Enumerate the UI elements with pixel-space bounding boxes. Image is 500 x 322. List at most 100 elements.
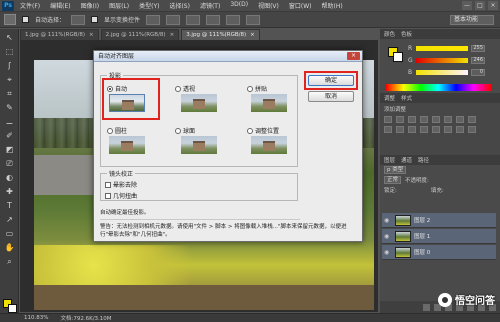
history-brush-icon[interactable]: ⎚ [4, 159, 15, 169]
layer-row[interactable]: ◉ 图层 1 [382, 229, 496, 244]
tab-paths[interactable]: 路径 [418, 156, 429, 164]
vignette-checkbox[interactable] [105, 181, 111, 188]
curves-icon[interactable] [408, 116, 416, 123]
levels-icon[interactable] [396, 116, 404, 123]
blue-bar[interactable] [416, 70, 468, 75]
crop-icon[interactable]: ⌗ [4, 89, 15, 99]
tab-1[interactable]: 1.jpg @ 111%(RGB/8) × [20, 29, 99, 40]
geometric-distortion-option[interactable]: 几何扭曲 [105, 191, 137, 200]
tab-close-icon[interactable]: × [250, 30, 255, 40]
tab-close-icon[interactable]: × [89, 30, 94, 40]
blend-mode-select[interactable]: 正常 [384, 176, 402, 184]
photo-filter-icon[interactable] [384, 126, 392, 133]
green-value[interactable]: 246 [471, 57, 485, 64]
tab-adjustments[interactable]: 调整 [384, 94, 395, 102]
threshold-icon[interactable] [444, 126, 452, 133]
selective-color-icon[interactable] [468, 126, 476, 133]
zoom-icon[interactable]: ⌕ [4, 257, 15, 267]
menu-3d[interactable]: 3D(D) [230, 1, 248, 10]
menu-view[interactable]: 视图(V) [258, 1, 279, 10]
menu-type[interactable]: 类型(Y) [139, 1, 159, 10]
lookup-icon[interactable] [408, 126, 416, 133]
auto-select-dropdown[interactable] [71, 14, 86, 25]
menu-image[interactable]: 图像(I) [81, 1, 99, 10]
tab-channels[interactable]: 通道 [401, 156, 412, 164]
eraser-icon[interactable]: ◐ [4, 173, 15, 183]
maximize-button[interactable]: □ [475, 1, 485, 10]
healing-icon[interactable]: ⚊ [4, 117, 15, 127]
tab-color[interactable]: 颜色 [384, 30, 395, 38]
align-bottom-icon[interactable] [186, 14, 201, 25]
radio-cylindrical[interactable] [107, 127, 113, 134]
layer-row[interactable]: ◉ 图层 2 [382, 213, 496, 228]
layer-row[interactable]: ◉ 图层 0 [382, 245, 496, 260]
vignette-removal-option[interactable]: 晕影去除 [105, 180, 137, 189]
menu-layer[interactable]: 图层(L) [109, 1, 129, 10]
menu-edit[interactable]: 编辑(E) [50, 1, 70, 10]
brush-icon[interactable]: ✐ [4, 131, 15, 141]
tab-3[interactable]: 3.jpg @ 111%(RGB/8) × [181, 29, 260, 40]
auto-select-checkbox[interactable] [22, 16, 29, 23]
tab-swatches[interactable]: 色板 [401, 30, 412, 38]
menu-window[interactable]: 窗口(W) [289, 1, 312, 10]
eye-icon[interactable]: ◉ [384, 233, 392, 240]
blue-slider[interactable]: B 0 [408, 69, 485, 76]
color-background-swatch[interactable] [393, 52, 403, 62]
green-bar[interactable] [416, 58, 468, 63]
perspective-preview-image[interactable] [181, 94, 217, 112]
align-left-icon[interactable] [206, 14, 221, 25]
red-slider[interactable]: R 255 [408, 45, 485, 52]
spherical-preview-image[interactable] [181, 136, 217, 154]
tab-close-icon[interactable]: × [170, 30, 175, 40]
vibrance-icon[interactable] [432, 116, 440, 123]
color-spectrum[interactable] [386, 84, 491, 91]
blue-value[interactable]: 0 [471, 69, 485, 76]
tab-2[interactable]: 2.jpg @ 111%(RGB/8) × [100, 29, 180, 40]
type-icon[interactable]: T [4, 201, 15, 211]
option-perspective[interactable]: 透视 [175, 84, 195, 93]
dodge-icon[interactable]: ✚ [4, 187, 15, 197]
lasso-icon[interactable]: ʃ [4, 61, 15, 71]
radio-spherical[interactable] [175, 127, 181, 134]
show-transform-checkbox[interactable] [91, 16, 99, 23]
bw-icon[interactable] [468, 116, 476, 123]
cancel-button[interactable]: 取消 [308, 91, 354, 102]
menu-file[interactable]: 文件(F) [20, 1, 40, 10]
hand-icon[interactable]: ✋ [4, 243, 15, 253]
brightness-icon[interactable] [384, 116, 392, 123]
auto-align-icon[interactable] [246, 14, 261, 25]
invert-icon[interactable] [420, 126, 428, 133]
tab-styles[interactable]: 样式 [401, 94, 412, 102]
mixer-icon[interactable] [396, 126, 404, 133]
move-icon[interactable]: ↖ [4, 33, 15, 43]
eyedropper-icon[interactable]: ✎ [4, 103, 15, 113]
zoom-level[interactable]: 110.83% [24, 315, 48, 321]
radio-collage[interactable] [247, 85, 253, 92]
menu-filter[interactable]: 滤镜(T) [200, 1, 220, 10]
link-icon[interactable] [423, 303, 430, 311]
minimize-button[interactable]: — [462, 1, 472, 10]
gradient-map-icon[interactable] [456, 126, 464, 133]
stamp-icon[interactable]: ◩ [4, 145, 15, 155]
green-slider[interactable]: G 246 [408, 57, 485, 64]
eye-icon[interactable]: ◉ [384, 217, 392, 224]
option-cylindrical[interactable]: 圆柱 [107, 126, 127, 135]
close-window-button[interactable]: × [488, 1, 498, 10]
option-spherical[interactable]: 球面 [175, 126, 195, 135]
radio-reposition[interactable] [247, 127, 253, 134]
collage-preview-image[interactable] [251, 94, 287, 112]
red-bar[interactable] [416, 46, 468, 51]
hue-icon[interactable] [444, 116, 452, 123]
option-collage[interactable]: 拼贴 [247, 84, 267, 93]
exposure-icon[interactable] [420, 116, 428, 123]
marquee-icon[interactable]: ⬚ [4, 47, 15, 57]
quick-select-icon[interactable]: ⌖ [4, 75, 15, 85]
option-reposition[interactable]: 调整位置 [247, 126, 279, 135]
menu-help[interactable]: 帮助(H) [322, 1, 343, 10]
reposition-preview-image[interactable] [251, 136, 287, 154]
distortion-checkbox[interactable] [105, 192, 111, 199]
tab-layers[interactable]: 图层 [384, 156, 395, 164]
align-middle-icon[interactable] [166, 14, 181, 25]
align-center-icon[interactable] [226, 14, 241, 25]
balance-icon[interactable] [456, 116, 464, 123]
